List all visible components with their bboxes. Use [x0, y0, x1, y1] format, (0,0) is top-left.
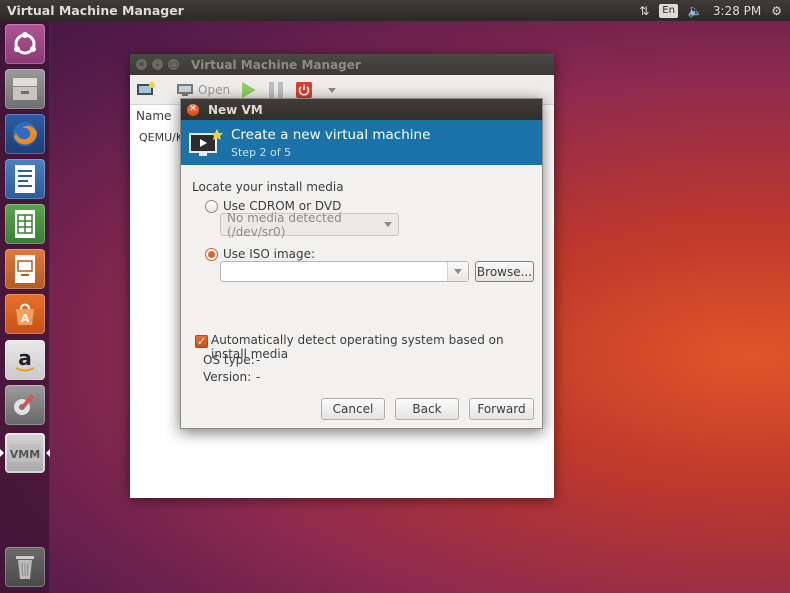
keyboard-layout-indicator[interactable]: En: [659, 3, 678, 18]
chevron-down-icon: [384, 222, 392, 227]
volume-icon[interactable]: 🔈: [688, 4, 703, 18]
close-icon[interactable]: ✕: [187, 103, 199, 116]
auto-detect-label[interactable]: Automatically detect operating system ba…: [211, 333, 542, 361]
cancel-button[interactable]: Cancel: [321, 398, 385, 420]
power-icon[interactable]: [294, 81, 314, 99]
libreoffice-calc-icon[interactable]: [5, 204, 45, 244]
iso-history-dropdown[interactable]: [447, 262, 468, 281]
iso-radio[interactable]: [205, 248, 218, 261]
virtual-machine-manager-icon[interactable]: VMM: [5, 433, 45, 473]
cdrom-media-select-value: No media detected (/dev/sr0): [227, 210, 342, 239]
iso-path-input[interactable]: [220, 261, 469, 282]
chevron-down-icon[interactable]: [322, 81, 342, 99]
play-icon[interactable]: [238, 81, 258, 99]
pause-icon[interactable]: [266, 81, 286, 99]
network-icon[interactable]: ⇅: [639, 4, 649, 18]
launcher-running-indicator: [0, 449, 4, 457]
open-button[interactable]: Open: [176, 83, 230, 97]
svg-text:A: A: [21, 312, 30, 325]
new-vm-monitor-icon: [187, 128, 223, 158]
svg-text:a: a: [18, 346, 32, 370]
open-button-label: Open: [198, 82, 231, 97]
trash-icon[interactable]: [5, 547, 45, 587]
ubuntu-software-icon[interactable]: A: [5, 294, 45, 334]
amazon-icon[interactable]: a: [5, 340, 45, 380]
wizard-title: Create a new virtual machine: [231, 126, 431, 143]
firefox-icon[interactable]: [5, 114, 45, 154]
vmm-window-title: Virtual Machine Manager: [191, 57, 361, 72]
svg-text:VMM: VMM: [10, 448, 40, 461]
os-type-label: OS type:: [203, 353, 255, 367]
version-value: -: [256, 370, 261, 384]
launcher: A a VMM: [0, 21, 50, 593]
vm-list-name-column[interactable]: Name: [136, 109, 171, 123]
new-vm-icon[interactable]: [136, 81, 156, 99]
cdrom-radio[interactable]: [205, 200, 218, 213]
browse-button[interactable]: Browse...: [475, 261, 534, 282]
top-panel-app-title: Virtual Machine Manager: [7, 3, 184, 18]
cdrom-media-select: No media detected (/dev/sr0): [220, 210, 399, 239]
forward-button[interactable]: Forward: [469, 398, 534, 420]
libreoffice-writer-icon[interactable]: [5, 159, 45, 199]
top-panel: Virtual Machine Manager ⇅ En 🔈 3:28 PM ⚙: [0, 0, 790, 21]
files-icon[interactable]: [5, 69, 45, 109]
indicator-area: ⇅ En 🔈 3:28 PM ⚙: [639, 3, 782, 18]
new-vm-dialog-titlebar: ✕ New VM: [181, 99, 542, 120]
minimize-icon[interactable]: –: [152, 59, 163, 70]
wizard-header: Create a new virtual machine Step 2 of 5: [181, 120, 542, 165]
launcher-focus-indicator: [46, 449, 50, 457]
chevron-down-icon: [454, 269, 462, 274]
close-icon[interactable]: ✕: [136, 59, 147, 70]
ubuntu-dash-icon[interactable]: [5, 24, 45, 64]
dialog-title: New VM: [208, 102, 263, 117]
maximize-icon[interactable]: □: [168, 59, 179, 70]
gear-icon[interactable]: ⚙: [771, 4, 782, 18]
new-vm-dialog: ✕ New VM Create a new virtual machine St…: [180, 98, 543, 429]
iso-radio-label[interactable]: Use ISO image:: [223, 247, 315, 261]
system-settings-icon[interactable]: [5, 385, 45, 425]
back-button[interactable]: Back: [395, 398, 459, 420]
install-media-section-label: Locate your install media: [192, 180, 344, 194]
os-type-value: -: [256, 353, 261, 367]
auto-detect-checkbox[interactable]: ✓: [195, 335, 208, 348]
version-label: Version:: [203, 370, 252, 384]
vmm-window-titlebar: ✕ – □ Virtual Machine Manager: [130, 54, 554, 75]
libreoffice-impress-icon[interactable]: [5, 249, 45, 289]
wizard-step: Step 2 of 5: [231, 145, 292, 159]
clock[interactable]: 3:28 PM: [713, 4, 761, 18]
